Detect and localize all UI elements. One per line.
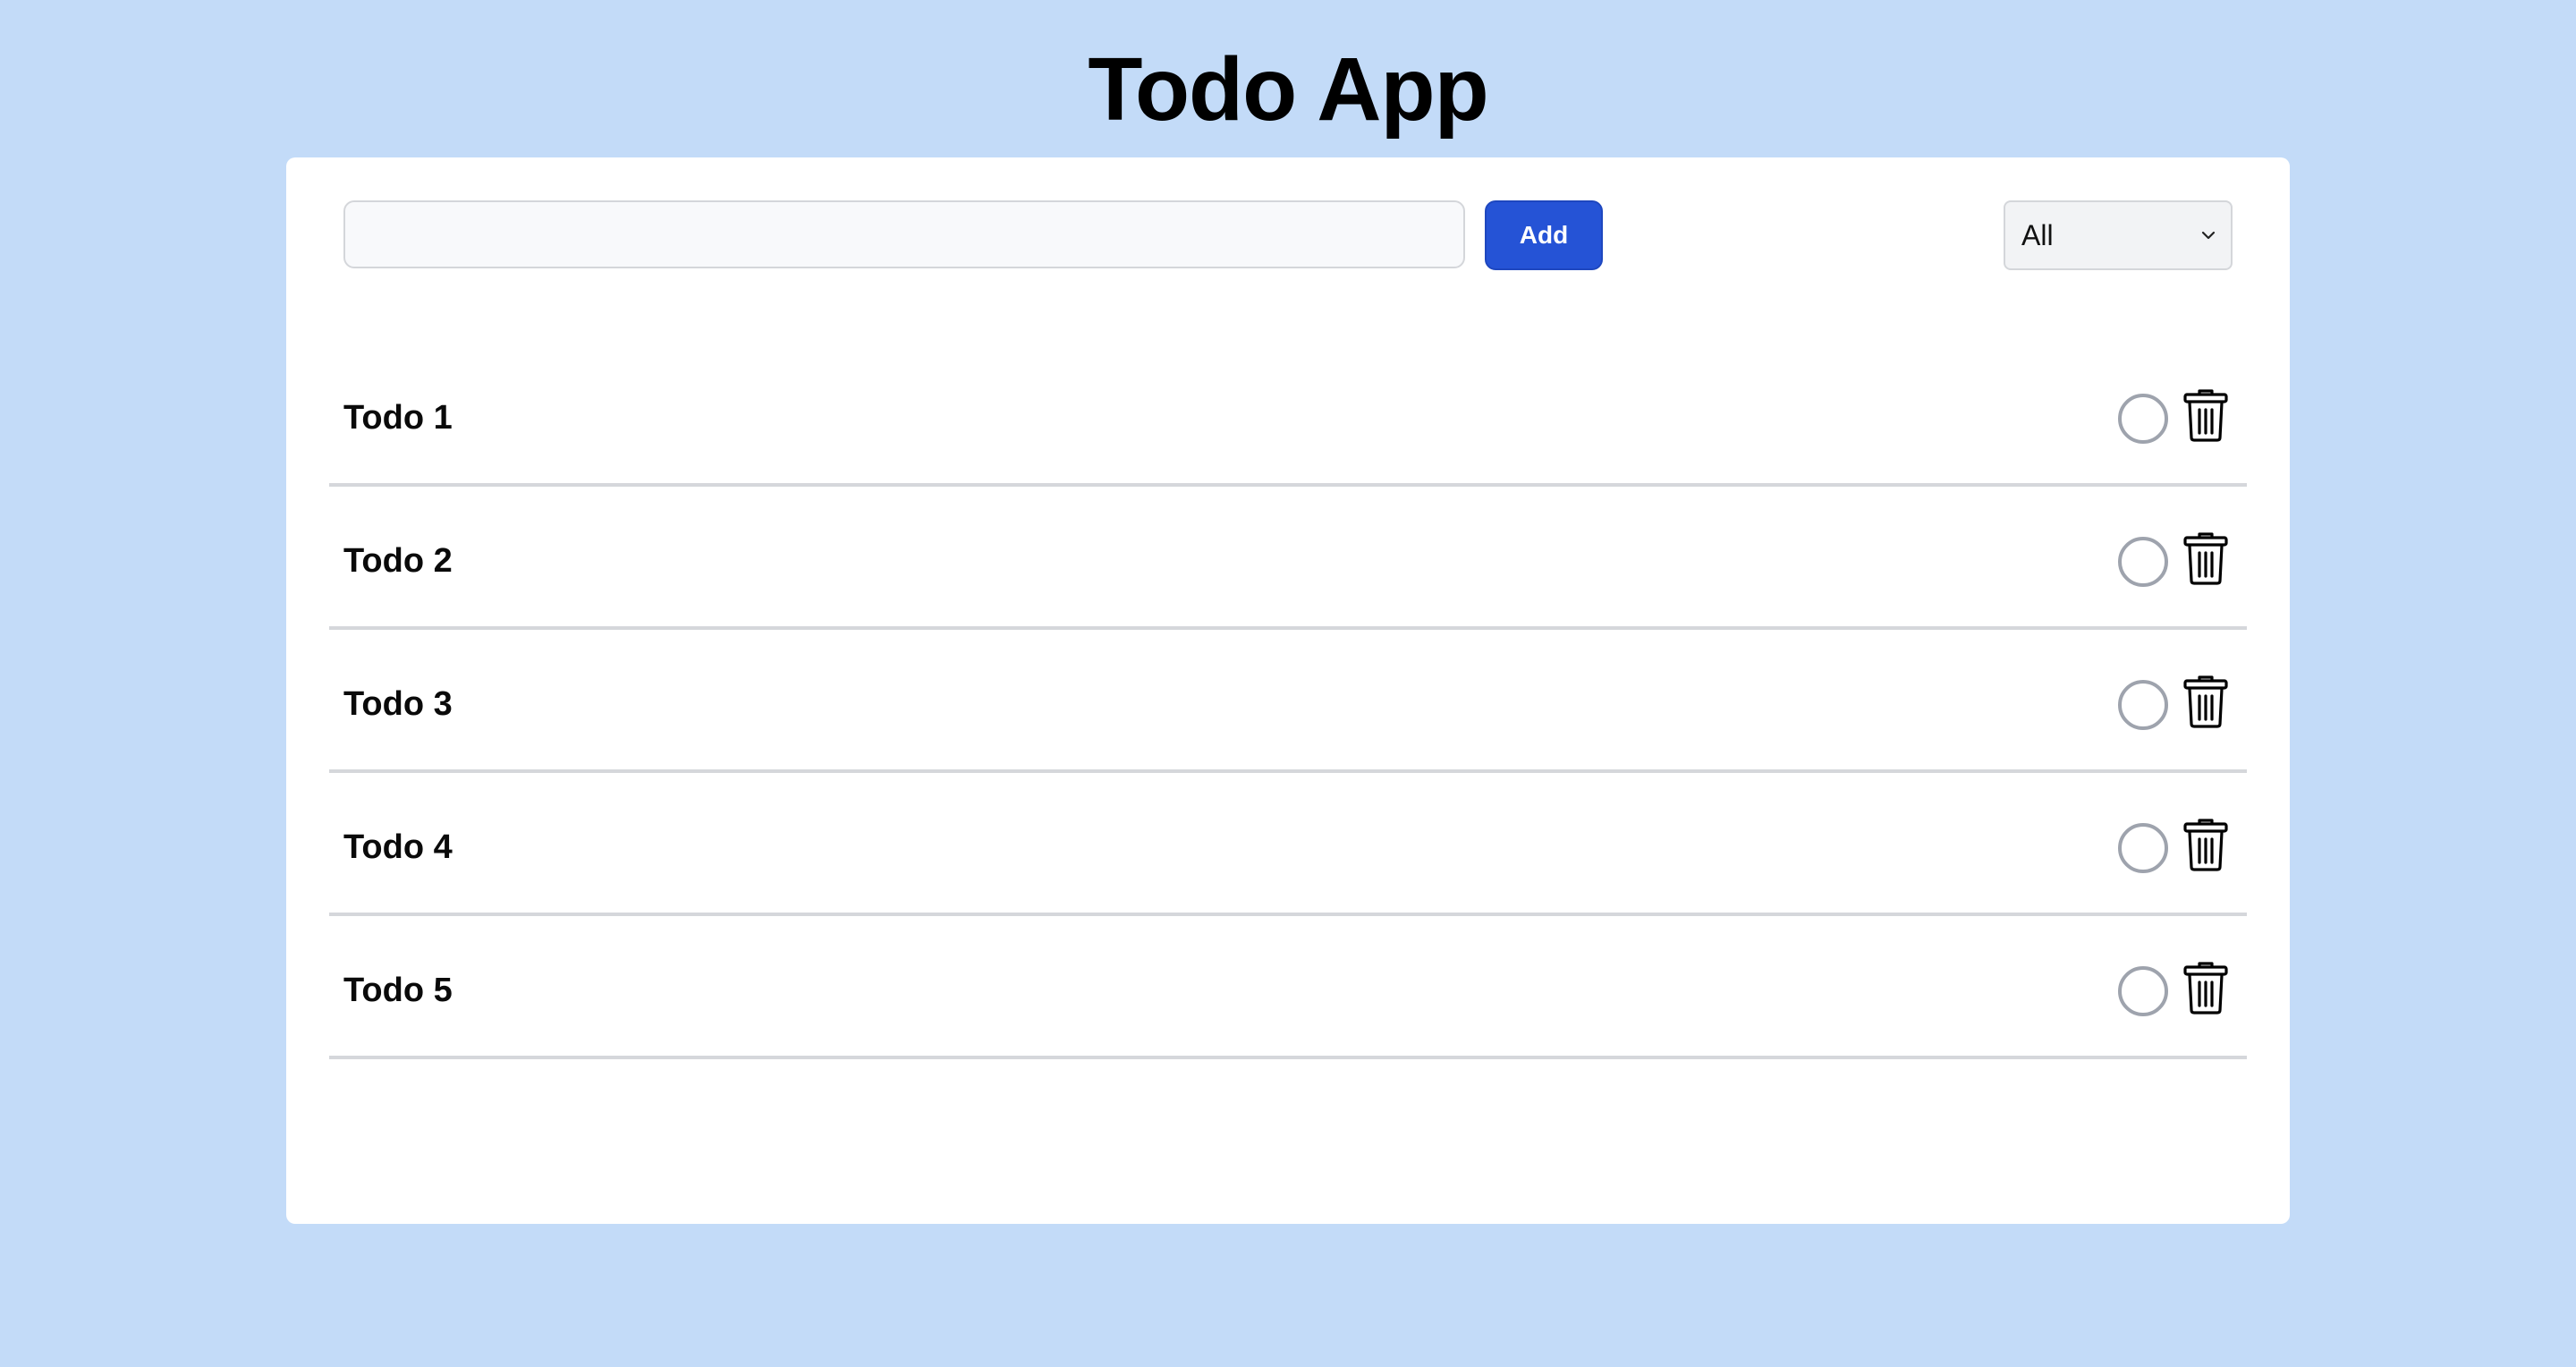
complete-toggle-button[interactable]: [2118, 680, 2168, 730]
todo-label: Todo 3: [343, 685, 453, 723]
todo-label: Todo 1: [343, 399, 453, 437]
delete-button[interactable]: [2182, 818, 2229, 871]
page-title: Todo App: [1088, 39, 1488, 140]
trash-icon: [2183, 389, 2228, 442]
complete-toggle-button[interactable]: [2118, 537, 2168, 587]
delete-button[interactable]: [2182, 531, 2229, 585]
todo-item: Todo 3: [329, 630, 2247, 773]
complete-toggle-button[interactable]: [2118, 394, 2168, 444]
delete-button[interactable]: [2182, 675, 2229, 728]
todo-label: Todo 5: [343, 972, 453, 1009]
todo-item: Todo 2: [329, 487, 2247, 630]
todo-item: Todo 4: [329, 773, 2247, 916]
todo-label: Todo 2: [343, 542, 453, 580]
todo-card: Add All Todo 1 Todo 2 Todo 3 Todo 4 Todo…: [286, 157, 2290, 1224]
add-button[interactable]: Add: [1485, 200, 1603, 270]
trash-icon: [2183, 675, 2228, 728]
trash-icon: [2183, 532, 2228, 585]
todo-item: Todo 1: [329, 344, 2247, 487]
trash-icon: [2183, 962, 2228, 1015]
todo-list: Todo 1 Todo 2 Todo 3 Todo 4 Todo 5: [329, 344, 2247, 1059]
filter-select[interactable]: All: [2004, 200, 2233, 270]
filter-selected-value: All: [2021, 219, 2054, 251]
delete-button[interactable]: [2182, 961, 2229, 1015]
chevron-down-icon: [2201, 231, 2216, 240]
delete-button[interactable]: [2182, 388, 2229, 442]
todo-item: Todo 5: [329, 916, 2247, 1059]
complete-toggle-button[interactable]: [2118, 823, 2168, 873]
complete-toggle-button[interactable]: [2118, 966, 2168, 1016]
trash-icon: [2183, 819, 2228, 871]
todo-label: Todo 4: [343, 828, 453, 866]
new-todo-input[interactable]: [343, 200, 1465, 268]
